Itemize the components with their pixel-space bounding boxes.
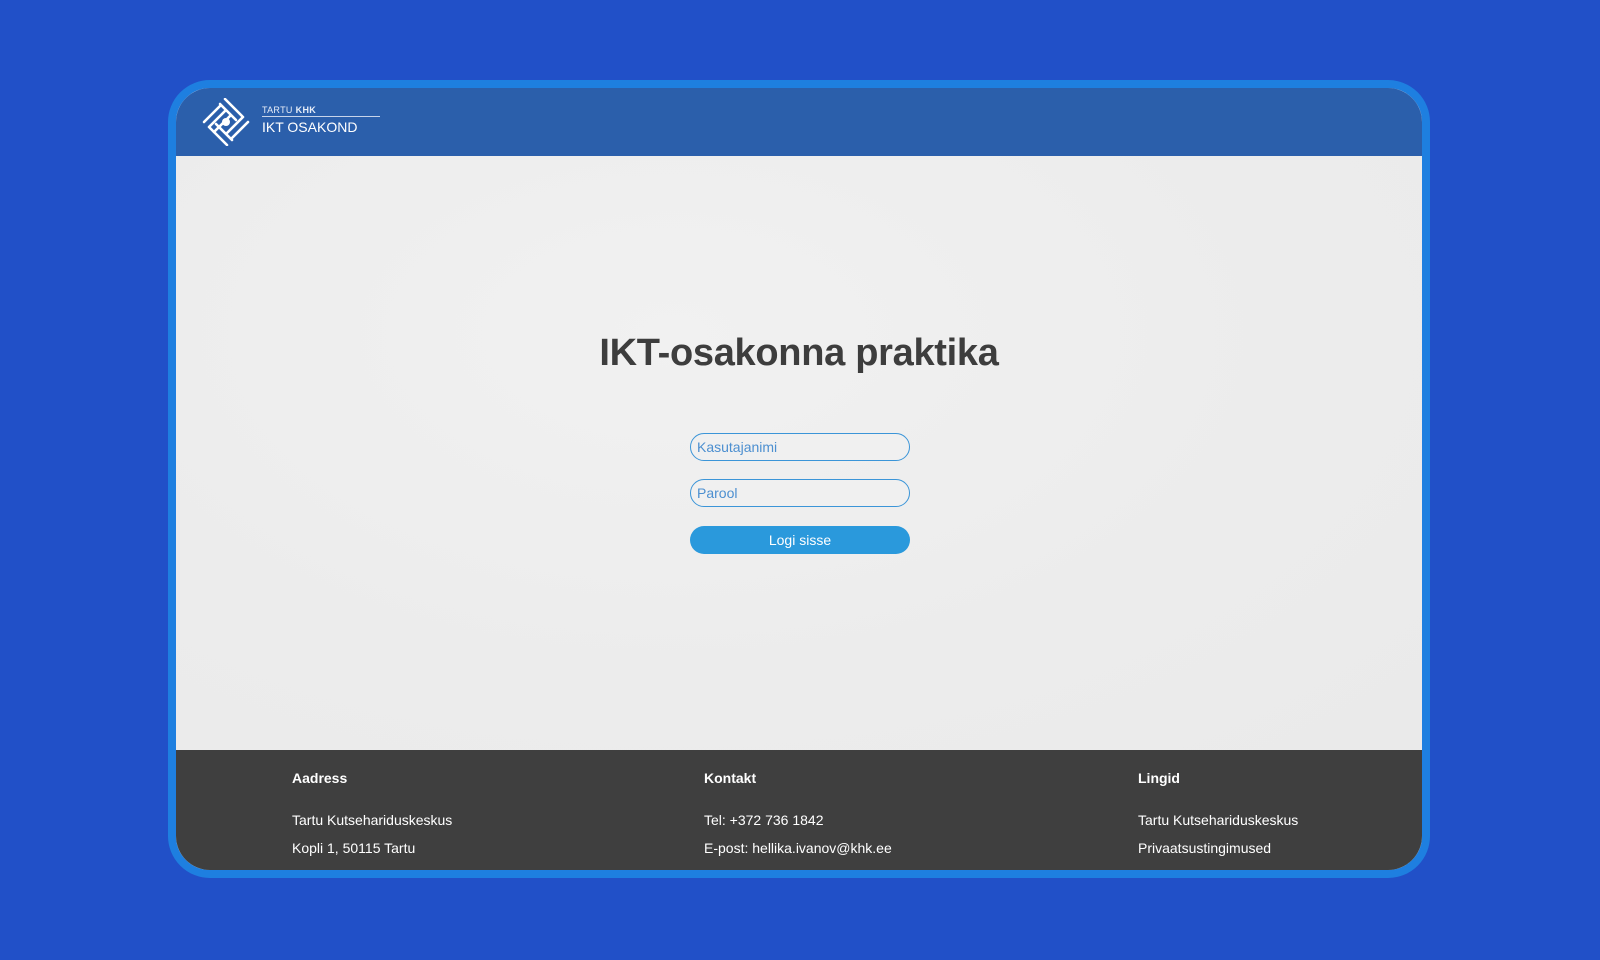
login-button[interactable]: Logi sisse xyxy=(690,526,910,554)
footer-link-khk[interactable]: Tartu Kutsehariduskeskus xyxy=(1138,806,1298,834)
username-input[interactable] xyxy=(690,433,910,461)
logo-divider xyxy=(262,116,380,117)
logo-title: IKT OSAKOND xyxy=(262,119,358,135)
site-header: TARTU KHK IKT OSAKOND xyxy=(176,88,1422,156)
login-section: IKT-osakonna praktika Logi sisse xyxy=(176,156,1422,750)
footer-phone: Tel: +372 736 1842 xyxy=(704,812,824,828)
site-logo[interactable]: TARTU KHK IKT OSAKOND xyxy=(198,98,380,146)
footer-room: Tööruum: Kopli 1 A-412 xyxy=(704,868,852,878)
khk-logo-icon xyxy=(202,98,250,146)
page-title: IKT-osakonna praktika xyxy=(599,332,999,374)
footer-address-heading: Aadress xyxy=(292,770,348,786)
site-footer: Aadress Tartu Kutsehariduskeskus Kopli 1… xyxy=(176,750,1422,870)
password-input[interactable] xyxy=(690,479,910,507)
footer-address: Aadress Tartu Kutsehariduskeskus Kopli 1… xyxy=(292,770,452,862)
footer-links-heading: Lingid xyxy=(1138,770,1180,786)
footer-links: Lingid Tartu Kutsehariduskeskus Privaats… xyxy=(1138,770,1298,862)
footer-link-privacy[interactable]: Privaatsustingimused xyxy=(1138,834,1298,862)
footer-contact: Kontakt Tel: +372 736 1842 E-post: helli… xyxy=(704,770,892,878)
logo-small-text: TARTU KHK xyxy=(262,105,317,115)
footer-address-line: Tartu Kutsehariduskeskus xyxy=(292,812,453,828)
browser-frame: TARTU KHK IKT OSAKOND IKT-osakonna prakti… xyxy=(168,80,1430,878)
logo-wordmark: TARTU KHK IKT OSAKOND xyxy=(262,105,380,135)
footer-email[interactable]: E-post: hellika.ivanov@khk.ee xyxy=(704,834,892,862)
footer-address-line: Kopli 1, 50115 Tartu xyxy=(292,840,416,856)
footer-contact-heading: Kontakt xyxy=(704,770,757,786)
